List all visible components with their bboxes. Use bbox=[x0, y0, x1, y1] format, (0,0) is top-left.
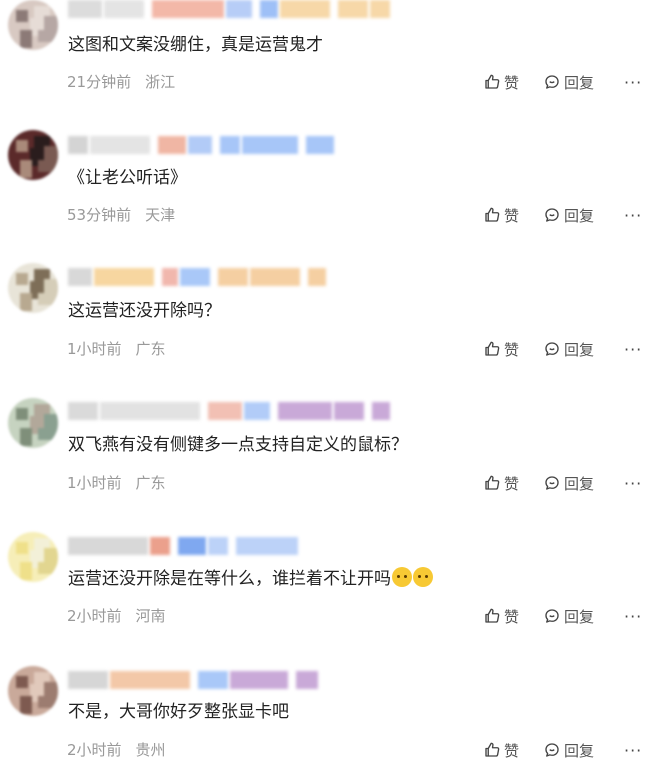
ellipsis-icon: ··· bbox=[624, 205, 643, 225]
comment-meta: 1小时前 广东 bbox=[67, 473, 166, 493]
ellipsis-icon: ··· bbox=[624, 72, 643, 92]
chat-bubble-icon bbox=[543, 474, 564, 492]
ellipsis-icon: ··· bbox=[624, 473, 643, 493]
comment-meta: 1小时前 广东 bbox=[67, 339, 166, 359]
more-options-button[interactable]: ··· bbox=[624, 741, 642, 760]
more-options-button[interactable]: ··· bbox=[624, 340, 642, 359]
username-blurred[interactable] bbox=[68, 537, 300, 555]
comment-time: 2小时前 bbox=[67, 741, 122, 759]
comment-meta: 21分钟前 浙江 bbox=[67, 72, 175, 92]
avatar[interactable] bbox=[8, 0, 58, 50]
like-button[interactable]: 赞 bbox=[483, 339, 519, 360]
avatar[interactable] bbox=[8, 130, 58, 180]
username-blurred[interactable] bbox=[68, 402, 392, 420]
like-label: 赞 bbox=[503, 340, 519, 359]
chat-bubble-icon bbox=[543, 741, 564, 759]
comment-location: 广东 bbox=[135, 474, 166, 492]
username-blurred[interactable] bbox=[68, 671, 320, 689]
comment-actions: 赞 回复 ··· bbox=[483, 473, 652, 493]
like-button[interactable]: 赞 bbox=[483, 72, 519, 93]
comment-location: 广东 bbox=[135, 340, 166, 358]
thumbs-up-icon bbox=[483, 340, 504, 358]
reply-button[interactable]: 回复 bbox=[543, 473, 594, 494]
username-blurred[interactable] bbox=[68, 0, 398, 18]
thumbs-up-icon bbox=[483, 741, 504, 759]
reply-button[interactable]: 回复 bbox=[543, 606, 594, 627]
like-label: 赞 bbox=[503, 206, 519, 225]
comment-text: 这运营还没开除吗？ bbox=[68, 301, 221, 321]
like-label: 赞 bbox=[503, 741, 519, 760]
comment-text: 不是，大哥你好歹整张显卡吧 bbox=[68, 702, 289, 722]
like-button[interactable]: 赞 bbox=[483, 606, 519, 627]
avatar[interactable] bbox=[8, 532, 58, 582]
chat-bubble-icon bbox=[543, 607, 564, 625]
comment-text: 《让老公听话》 bbox=[68, 168, 187, 188]
like-button[interactable]: 赞 bbox=[483, 740, 519, 761]
username-blurred[interactable] bbox=[68, 268, 328, 286]
comment-actions: 赞 回复 ··· bbox=[483, 740, 652, 760]
like-button[interactable]: 赞 bbox=[483, 473, 519, 494]
comment-time: 2小时前 bbox=[67, 607, 122, 625]
reply-button[interactable]: 回复 bbox=[543, 740, 594, 761]
comment-meta: 2小时前 贵州 bbox=[67, 740, 166, 760]
like-button[interactable]: 赞 bbox=[483, 205, 519, 226]
comment-location: 天津 bbox=[145, 206, 176, 224]
thumbs-up-icon bbox=[483, 607, 504, 625]
like-label: 赞 bbox=[503, 73, 519, 92]
more-options-button[interactable]: ··· bbox=[624, 206, 642, 225]
username-blurred[interactable] bbox=[68, 136, 336, 154]
comment-actions: 赞 回复 ··· bbox=[483, 606, 652, 626]
comment-text-span: 运营还没开除是在等什么，谁拦着不让开吗 bbox=[68, 569, 391, 589]
comment-time: 1小时前 bbox=[67, 474, 122, 492]
thumbs-up-icon bbox=[483, 206, 504, 224]
comment-time: 1小时前 bbox=[67, 340, 122, 358]
emoji-icon bbox=[392, 567, 412, 587]
comment-time: 53分钟前 bbox=[67, 206, 132, 224]
comment-meta: 2小时前 河南 bbox=[67, 606, 166, 626]
comment-actions: 赞 回复 ··· bbox=[483, 205, 652, 225]
chat-bubble-icon bbox=[543, 340, 564, 358]
comment-text: 运营还没开除是在等什么，谁拦着不让开吗 bbox=[68, 567, 433, 591]
comment-meta: 53分钟前 天津 bbox=[67, 205, 175, 225]
comment-actions: 赞 回复 ··· bbox=[483, 72, 652, 92]
more-options-button[interactable]: ··· bbox=[624, 474, 642, 493]
ellipsis-icon: ··· bbox=[624, 740, 643, 760]
avatar[interactable] bbox=[8, 263, 58, 313]
ellipsis-icon: ··· bbox=[624, 606, 643, 626]
chat-bubble-icon bbox=[543, 206, 564, 224]
comment-location: 浙江 bbox=[145, 73, 176, 91]
ellipsis-icon: ··· bbox=[624, 339, 643, 359]
comment-actions: 赞 回复 ··· bbox=[483, 339, 652, 359]
chat-bubble-icon bbox=[543, 73, 564, 91]
reply-button[interactable]: 回复 bbox=[543, 339, 594, 360]
like-label: 赞 bbox=[503, 607, 519, 626]
more-options-button[interactable]: ··· bbox=[624, 73, 642, 92]
comment-location: 河南 bbox=[135, 607, 166, 625]
more-options-button[interactable]: ··· bbox=[624, 607, 642, 626]
reply-label: 回复 bbox=[563, 206, 594, 225]
comment-text: 双飞燕有没有侧键多一点支持自定义的鼠标？ bbox=[68, 435, 408, 455]
reply-label: 回复 bbox=[563, 607, 594, 626]
emoji-icon bbox=[413, 567, 433, 587]
comment-location: 贵州 bbox=[135, 741, 166, 759]
reply-button[interactable]: 回复 bbox=[543, 72, 594, 93]
thumbs-up-icon bbox=[483, 73, 504, 91]
avatar[interactable] bbox=[8, 666, 58, 716]
reply-label: 回复 bbox=[563, 340, 594, 359]
reply-button[interactable]: 回复 bbox=[543, 205, 594, 226]
reply-label: 回复 bbox=[563, 474, 594, 493]
reply-label: 回复 bbox=[563, 73, 594, 92]
thumbs-up-icon bbox=[483, 474, 504, 492]
comment-time: 21分钟前 bbox=[67, 73, 132, 91]
reply-label: 回复 bbox=[563, 741, 594, 760]
like-label: 赞 bbox=[503, 474, 519, 493]
avatar[interactable] bbox=[8, 398, 58, 448]
comment-text: 这图和文案没绷住，真是运营鬼才 bbox=[68, 35, 323, 55]
